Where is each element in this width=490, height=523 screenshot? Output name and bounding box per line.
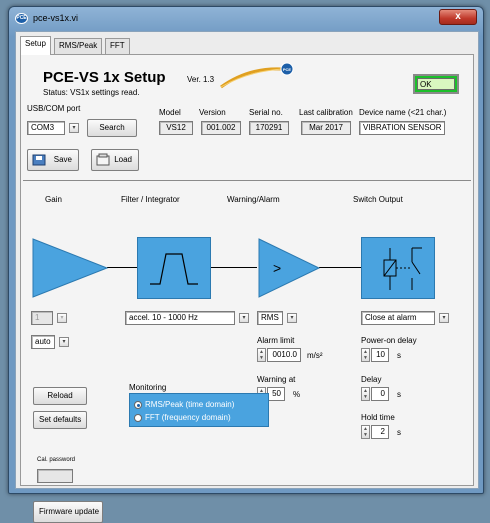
monitoring-option-time-label: RMS/Peak (time domain) (145, 400, 235, 409)
gain-dropdown-icon[interactable]: ▾ (57, 313, 67, 323)
gain-mode-select[interactable]: auto (31, 335, 55, 349)
page-title: PCE-VS 1x Setup (43, 69, 166, 86)
power-on-delay-unit: s (397, 351, 401, 360)
load-button[interactable]: Load (91, 149, 139, 171)
delay-spinner[interactable]: ▲ ▼ 0 (361, 387, 389, 401)
serial-field: 170291 (249, 121, 289, 135)
switch-block (361, 237, 435, 299)
firmware-update-button[interactable]: Firmware update (33, 501, 103, 523)
hold-time-arrows-icon[interactable]: ▲ ▼ (361, 425, 370, 439)
wire-2 (209, 267, 257, 268)
gain-select[interactable]: 1 (31, 311, 53, 325)
warning-label: Warning/Alarm (227, 195, 280, 204)
port-dropdown-icon[interactable]: ▾ (69, 123, 79, 133)
alarm-mode-dropdown-icon[interactable]: ▾ (287, 313, 297, 323)
ok-button[interactable]: OK (413, 74, 459, 94)
window-title: pce-vs1x.vi (33, 13, 79, 23)
monitoring-option-time[interactable]: RMS/Peak (time domain) (134, 400, 234, 409)
relay-switch-icon (383, 247, 422, 290)
alarm-limit-label: Alarm limit (257, 336, 295, 345)
calibration-field: Mar 2017 (301, 121, 351, 135)
alarm-limit-unit: m/s² (307, 351, 323, 360)
save-icon (32, 154, 46, 166)
save-label: Save (53, 155, 72, 164)
wire-1 (107, 267, 137, 268)
search-button[interactable]: Search (87, 119, 137, 137)
serial-label: Serial no. (249, 108, 283, 117)
model-label: Model (159, 108, 181, 117)
alarm-limit-value[interactable]: 0010.0 (267, 348, 301, 362)
title-bar: PCE pce-vs1x.vi x (9, 7, 483, 31)
reload-button[interactable]: Reload (33, 387, 87, 405)
monitoring-option-fft[interactable]: FFT (frequency domain) (134, 413, 231, 422)
setup-panel: PCE-VS 1x Setup Ver. 1.3 Status: VS1x se… (20, 54, 474, 523)
brand-logo: PCE (220, 62, 294, 89)
svg-text:>: > (273, 260, 281, 276)
status-text: Status: VS1x settings read. (43, 88, 140, 97)
load-icon (96, 153, 110, 166)
bandpass-filter-icon (150, 253, 198, 285)
filter-block (137, 237, 211, 299)
version-text: Ver. 1.3 (187, 75, 215, 84)
delay-value[interactable]: 0 (371, 387, 389, 401)
warning-at-label: Warning at (257, 375, 296, 384)
alarm-limit-arrows-icon[interactable]: ▲ ▼ (257, 348, 266, 362)
logo-text: PCE (283, 67, 292, 72)
warning-at-unit: % (293, 390, 301, 399)
alarm-limit-spinner[interactable]: ▲ ▼ 0010.0 (257, 348, 301, 362)
switch-mode-select[interactable]: Close at alarm (361, 311, 435, 325)
filter-select[interactable]: accel. 10 - 1000 Hz (125, 311, 235, 325)
warning-at-value[interactable]: 50 (267, 387, 285, 401)
monitoring-label: Monitoring (129, 383, 167, 392)
version-field: 001.002 (201, 121, 241, 135)
gain-amplifier-icon (32, 238, 109, 298)
delay-arrows-icon[interactable]: ▲ ▼ (361, 387, 370, 401)
delay-label: Delay (361, 375, 382, 384)
delay-unit: s (397, 390, 401, 399)
alarm-mode-select[interactable]: RMS (257, 311, 283, 325)
hold-time-value[interactable]: 2 (371, 425, 389, 439)
calibration-label: Last calibration (299, 108, 353, 117)
radio-fft-icon[interactable] (134, 413, 142, 422)
switch-label: Switch Output (353, 195, 403, 204)
save-button[interactable]: Save (27, 149, 79, 171)
ok-label: OK (417, 78, 455, 90)
cal-password-label: Cal. password (37, 457, 76, 463)
version-label: Version (199, 108, 226, 117)
power-on-delay-arrows-icon[interactable]: ▲ ▼ (361, 348, 370, 362)
tab-rms-peak[interactable]: RMS/Peak (54, 38, 103, 54)
main-window: PCE pce-vs1x.vi x Setup RMS/Peak FFT PCE… (8, 6, 484, 523)
close-button[interactable]: x (439, 9, 477, 25)
switch-mode-dropdown-icon[interactable]: ▾ (439, 313, 449, 323)
section-divider (23, 180, 471, 181)
device-name-label: Device name (<21 char.) (359, 108, 447, 117)
filter-dropdown-icon[interactable]: ▾ (239, 313, 249, 323)
tab-setup[interactable]: Setup (20, 36, 51, 55)
monitoring-option-fft-label: FFT (frequency domain) (145, 413, 231, 422)
cal-password-input[interactable] (37, 469, 73, 483)
app-icon: PCE (15, 13, 28, 24)
alarm-comparator-icon: > (258, 238, 321, 298)
hold-time-unit: s (397, 428, 401, 437)
device-name-input[interactable]: VIBRATION SENSOR (359, 121, 445, 135)
hold-time-label: Hold time (361, 413, 395, 422)
filter-label: Filter / Integrator (121, 195, 180, 204)
tab-fft[interactable]: FFT (105, 38, 130, 54)
window-client: Setup RMS/Peak FFT PCE-VS 1x Setup Ver. … (15, 31, 479, 523)
load-label: Load (114, 155, 132, 164)
port-label: USB/COM port (27, 104, 81, 113)
radio-time-icon[interactable] (134, 400, 142, 409)
set-defaults-button[interactable]: Set defaults (33, 411, 87, 429)
monitoring-radio-group: RMS/Peak (time domain) FFT (frequency do… (129, 393, 269, 427)
hold-time-spinner[interactable]: ▲ ▼ 2 (361, 425, 389, 439)
gain-mode-dropdown-icon[interactable]: ▾ (59, 337, 69, 347)
model-field: VS12 (159, 121, 193, 135)
power-on-delay-spinner[interactable]: ▲ ▼ 10 (361, 348, 389, 362)
gain-label: Gain (45, 195, 62, 204)
port-select[interactable]: COM3 (27, 121, 65, 135)
power-on-delay-value[interactable]: 10 (371, 348, 389, 362)
power-on-delay-label: Power-on delay (361, 336, 417, 345)
wire-3 (319, 267, 361, 268)
